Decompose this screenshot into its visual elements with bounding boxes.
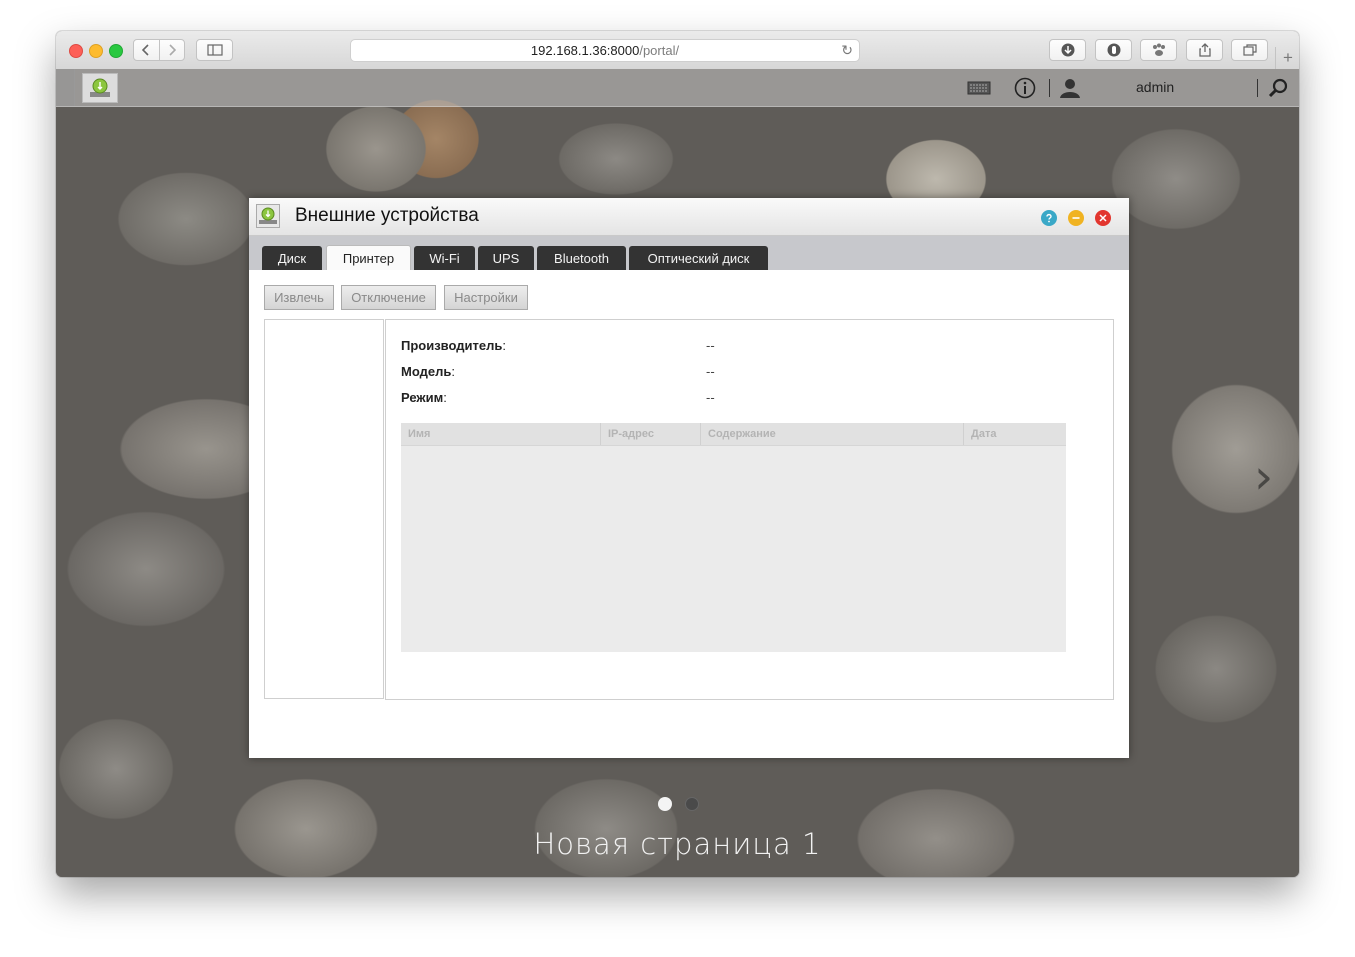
model-label-text: Модель <box>401 364 452 379</box>
topbar-separator <box>1257 79 1258 97</box>
extension-icon[interactable] <box>1095 39 1132 61</box>
page-indicator <box>658 797 699 811</box>
topbar-separator <box>1049 79 1050 97</box>
help-icon <box>1046 213 1052 223</box>
mode-label-text: Режим <box>401 390 444 405</box>
column-content[interactable]: Содержание <box>701 423 964 445</box>
page-label: Новая страница 1 <box>533 827 822 861</box>
external-devices-dialog: Внешние устройства Диск Принтер Wi-Fi UP… <box>249 198 1129 758</box>
keyboard-icon[interactable] <box>966 77 992 99</box>
tabs-overview-icon[interactable] <box>1231 39 1268 61</box>
new-tab-button[interactable]: + <box>1275 47 1299 69</box>
close-button[interactable] <box>1095 210 1111 226</box>
paw-extension-icon[interactable] <box>1140 39 1177 61</box>
sidebar-icon[interactable] <box>196 39 233 61</box>
browser-toolbar: 192.168.1.36:8000/portal/ ↻ + <box>56 31 1299 70</box>
search-icon[interactable] <box>1266 77 1290 99</box>
back-icon[interactable] <box>134 40 159 60</box>
info-icon[interactable] <box>1013 77 1037 99</box>
help-button[interactable] <box>1041 210 1057 226</box>
close-icon <box>1099 214 1107 222</box>
app-launcher-icon[interactable] <box>82 73 118 103</box>
zoom-window-button[interactable] <box>109 44 123 58</box>
eject-button[interactable]: Извлечь <box>264 285 334 310</box>
printer-details-panel: Производитель: -- Модель: -- Режим: -- И… <box>385 319 1114 700</box>
reload-icon[interactable]: ↻ <box>841 42 853 59</box>
table-header: Имя IP-адрес Содержание Дата <box>401 423 1066 446</box>
dialog-header[interactable]: Внешние устройства <box>249 198 1129 236</box>
tab-printer[interactable]: Принтер <box>326 245 411 270</box>
page-dot-2[interactable] <box>685 797 699 811</box>
portal-topbar: admin <box>56 69 1299 107</box>
portal-desktop: admin › Новая страница 1 Внешние устройс… <box>56 69 1299 877</box>
user-icon[interactable] <box>1058 77 1082 99</box>
settings-button[interactable]: Настройки <box>444 285 528 310</box>
column-name[interactable]: Имя <box>401 423 601 445</box>
minimize-button[interactable] <box>1068 210 1084 226</box>
next-page-arrow[interactable]: › <box>1254 449 1273 505</box>
manufacturer-label-text: Производитель <box>401 338 503 353</box>
disconnect-button[interactable]: Отключение <box>341 285 436 310</box>
dialog-title: Внешние устройства <box>295 205 479 226</box>
mode-label: Режим: <box>401 390 447 405</box>
print-jobs-table: Имя IP-адрес Содержание Дата <box>401 423 1066 652</box>
manufacturer-value: -- <box>706 338 715 353</box>
close-window-button[interactable] <box>69 44 83 58</box>
tab-bluetooth[interactable]: Bluetooth <box>537 246 626 270</box>
topbar-left-strip <box>56 69 75 106</box>
minimize-icon <box>1072 217 1080 219</box>
manufacturer-label: Производитель: <box>401 338 506 353</box>
model-value: -- <box>706 364 715 379</box>
printer-list-panel[interactable] <box>264 319 384 699</box>
tab-optical-disk[interactable]: Оптический диск <box>629 246 768 270</box>
downloads-icon[interactable] <box>1049 39 1086 61</box>
url-host: 192.168.1.36:8000 <box>530 43 640 58</box>
mode-value: -- <box>706 390 715 405</box>
column-ip-address[interactable]: IP-адрес <box>601 423 701 445</box>
nav-button-group <box>133 39 185 61</box>
url-path: /portal/ <box>639 43 680 58</box>
tab-disk[interactable]: Диск <box>262 246 322 270</box>
device-tabs: Диск Принтер Wi-Fi UPS Bluetooth Оптичес… <box>249 236 1129 270</box>
page-dot-1[interactable] <box>658 797 672 811</box>
column-date[interactable]: Дата <box>964 423 1066 445</box>
tab-wifi[interactable]: Wi-Fi <box>414 246 475 270</box>
username-label[interactable]: admin <box>1136 79 1174 95</box>
external-devices-icon <box>256 204 280 228</box>
forward-icon[interactable] <box>158 40 185 60</box>
browser-window: 192.168.1.36:8000/portal/ ↻ + admin › Но… <box>56 31 1299 877</box>
share-icon[interactable] <box>1186 39 1223 61</box>
minimize-window-button[interactable] <box>89 44 103 58</box>
model-label: Модель: <box>401 364 455 379</box>
tab-ups[interactable]: UPS <box>478 246 534 270</box>
address-bar[interactable]: 192.168.1.36:8000/portal/ ↻ <box>350 39 860 62</box>
